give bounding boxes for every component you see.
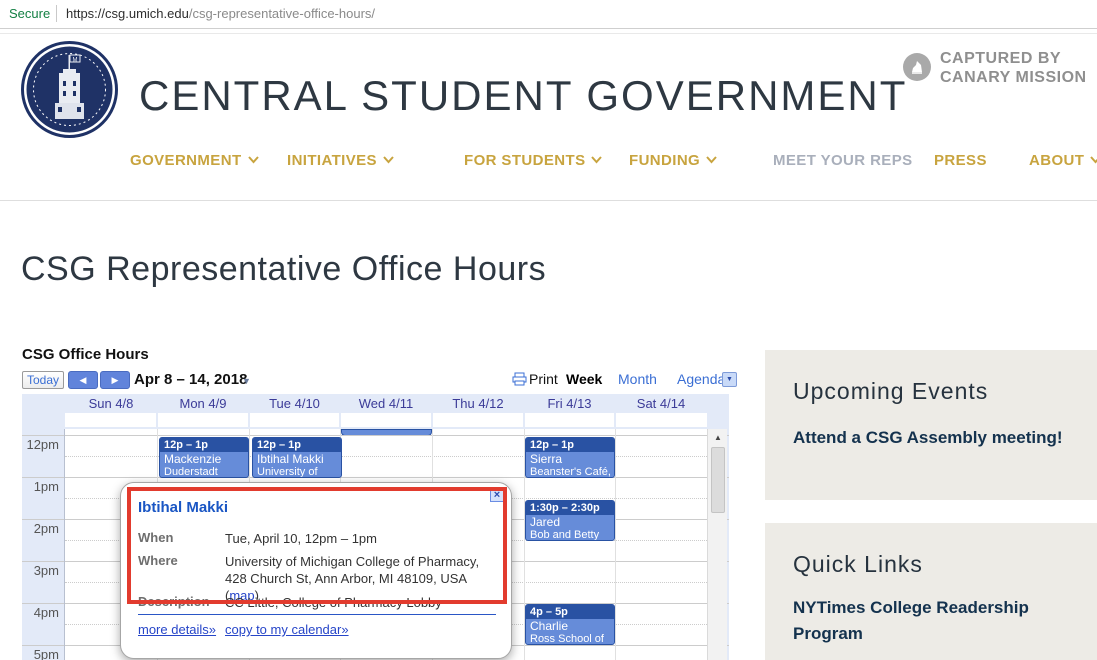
umich-seal-logo[interactable]: M [21,41,118,138]
seal-icon: M [21,41,118,138]
description-value: CC Little, College of Pharmacy Lobby [225,594,497,611]
event-name: Sierra [526,452,614,466]
time-label-4pm: 4pm [22,605,59,620]
nav-initiatives[interactable]: INITIATIVES [287,152,394,169]
event-location: University of [253,466,341,478]
chevron-down-icon [591,156,602,164]
time-label-5pm: 5pm [22,647,59,660]
event-location: Ross School of [526,633,614,645]
scrollbar-thumb[interactable] [711,447,725,513]
url-path: /csg-representative-office-hours/ [189,6,375,21]
nav-about[interactable]: ABOUT [1029,152,1097,169]
calendar-event-mackenzie[interactable]: 12p – 1p Mackenzie Duderstadt [159,437,249,478]
watermark-line2: CANARY MISSION [940,68,1087,87]
secure-badge[interactable]: Secure [9,6,50,21]
when-label: When [138,530,173,545]
popup-title: Ibtihal Makki [138,499,228,516]
tab-month[interactable]: Month [618,371,657,387]
browser-url-bar[interactable]: Secure https://csg.umich.edu/csg-represe… [0,0,1097,29]
nav-government[interactable]: GOVERNMENT [130,152,259,169]
url-divider [56,5,57,22]
nav-for-students[interactable]: FOR STUDENTS [464,152,602,169]
calendar-title: CSG Office Hours [22,346,149,363]
quick-links-heading: Quick Links [793,551,923,578]
when-value: Tue, April 10, 12pm – 1pm [225,530,497,547]
scroll-up-icon[interactable]: ▲ [710,431,726,445]
event-name: Jared [526,515,614,529]
date-dropdown-icon[interactable]: ▼ [242,376,251,386]
event-popup: × Ibtihal Makki When Tue, April 10, 12pm… [120,482,512,659]
day-header-sat: Sat 4/14 [615,396,707,411]
url-text[interactable]: https://csg.umich.edu/csg-representative… [66,6,375,21]
all-day-row [65,413,707,427]
event-location: Beanster's Café, [526,466,614,478]
tab-week[interactable]: Week [566,371,602,387]
chevron-down-icon [383,156,394,164]
chevron-down-icon [248,156,259,164]
svg-text:M: M [73,58,78,64]
calendar-event-sierra[interactable]: 12p – 1p Sierra Beanster's Café, [525,437,615,478]
day-header-mon: Mon 4/9 [157,396,249,411]
nav-meet-your-reps[interactable]: MEET YOUR REPS [773,152,913,169]
url-host: https://csg.umich.edu [66,6,189,21]
calendar-event-jared[interactable]: 1:30p – 2:30p Jared Bob and Betty [525,500,615,541]
description-label: Description [138,594,210,609]
printer-icon [512,372,527,386]
copy-to-calendar-link[interactable]: copy to my calendar» [225,622,349,637]
calendar-event-charlie[interactable]: 4p – 5p Charlie Ross School of [525,604,615,645]
event-time: 4p – 5p [526,605,614,619]
tab-agenda[interactable]: Agenda [677,371,725,387]
event-name: Ibtihal Makki [253,452,341,466]
upcoming-events-box: Upcoming Events Attend a CSG Assembly me… [765,350,1097,500]
where-label: Where [138,553,178,568]
event-location: Duderstadt [160,466,248,478]
time-label-3pm: 3pm [22,563,59,578]
close-icon[interactable]: × [490,488,504,502]
day-header-sun: Sun 4/8 [65,396,157,411]
page-title: CSG Representative Office Hours [21,250,546,289]
time-label-1pm: 1pm [22,479,59,494]
nav-funding[interactable]: FUNDING [629,152,717,169]
event-time: 1:30p – 2:30p [526,501,614,515]
watermark-line1: CAPTURED BY [940,49,1087,68]
event-name: Charlie [526,619,614,633]
nav-press[interactable]: PRESS [934,152,987,169]
event-time: 12p – 1p [253,438,341,452]
day-header-fri: Fri 4/13 [524,396,615,411]
agenda-dropdown-button[interactable]: ▼ [722,372,737,387]
chevron-down-icon [706,156,717,164]
day-header-thu: Thu 4/12 [432,396,524,411]
time-label-2pm: 2pm [22,521,59,536]
page-top-divider [0,33,1097,34]
upcoming-events-text[interactable]: Attend a CSG Assembly meeting! [793,425,1073,451]
event-time: 12p – 1p [160,438,248,452]
site-title: CENTRAL STUDENT GOVERNMENT [139,72,907,120]
nytimes-readership-link[interactable]: NYTimes College Readership Program [793,595,1073,647]
day-header-wed: Wed 4/11 [340,396,432,411]
date-range[interactable]: Apr 8 – 14, 2018 [134,371,247,388]
event-time: 12p – 1p [526,438,614,452]
time-label-12pm: 12pm [22,437,59,452]
today-button[interactable]: Today [22,371,64,389]
prev-week-button[interactable]: ◀ [68,371,98,389]
popup-separator [138,614,496,615]
upcoming-events-heading: Upcoming Events [793,378,988,405]
event-location: Bob and Betty [526,529,614,541]
calendar-event-ibtihal-makki[interactable]: 12p – 1p Ibtihal Makki University of [252,437,342,478]
more-details-link[interactable]: more details» [138,622,216,637]
day-header-tue: Tue 4/10 [249,396,340,411]
event-name: Mackenzie [160,452,248,466]
calendar-scrollbar[interactable]: ▲ [707,429,727,660]
quick-links-box: Quick Links NYTimes College Readership P… [765,523,1097,660]
canary-bird-icon [903,53,931,81]
print-button[interactable]: Print [512,371,558,387]
page: { "browser": { "secure_label": "Secure",… [0,0,1097,660]
header-divider [0,200,1097,201]
next-week-button[interactable]: ▶ [100,371,130,389]
chevron-down-icon [1090,156,1097,164]
